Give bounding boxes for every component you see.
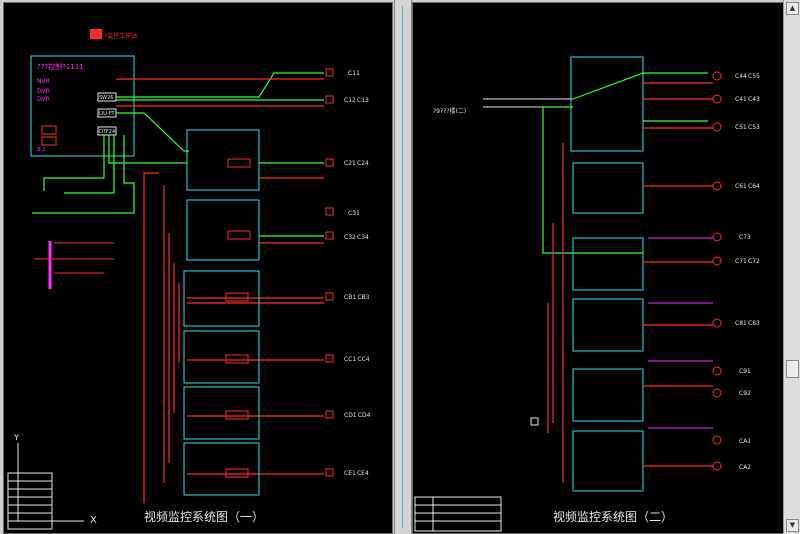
right-cabinets (570, 56, 644, 492)
svg-text:CE1 CE4: CE1 CE4 (344, 470, 369, 477)
scroll-down-icon[interactable]: ▼ (786, 519, 799, 532)
workstation-label: ?监控工作站 (104, 32, 137, 40)
device-nvr: NVR (37, 78, 50, 85)
left-sheet-title: 视频监控系统图（一） (144, 509, 264, 524)
workstation-icon (90, 29, 102, 39)
svg-text:C11: C11 (348, 70, 360, 77)
right-output-symbols (712, 71, 722, 471)
device-red-1 (41, 125, 57, 135)
device-dvr-1: DVR (37, 88, 50, 95)
right-output-labels: C44 C55 C41 C43 C51 C53 C61 C64 C73 C71 … (735, 73, 760, 471)
right-diagram-svg: ?9???楼(二) C44 C55 C41 C43 C51 C53 C61 C6… (414, 56, 760, 532)
small-marker (530, 417, 539, 426)
legend-table-right (414, 496, 502, 532)
svg-text:C51 C53: C51 C53 (735, 124, 760, 131)
svg-text:CC1 CC4: CC1 CC4 (344, 356, 370, 363)
device-dvr-2: DVR (37, 96, 50, 103)
svg-text:B-1: B-1 (37, 147, 45, 153)
ucs-axis (17, 443, 84, 522)
right-left-label: ?9???楼(二) (433, 107, 466, 115)
svg-text:C44 C55: C44 C55 (735, 73, 760, 80)
rack-feeds (34, 242, 114, 274)
axis-x-label: X (90, 515, 97, 526)
svg-text:C31: C31 (348, 210, 360, 217)
svg-text:CA2: CA2 (739, 464, 751, 471)
scroll-up-icon[interactable]: ▲ (786, 2, 799, 15)
right-drawing-viewport[interactable]: ?9???楼(二) C44 C55 C41 C43 C51 C53 C61 C6… (412, 2, 784, 534)
svg-text:C21 C24: C21 C24 (344, 160, 369, 167)
left-output-labels: C11 C12 C13 C21 C24 C31 C32 C34 CB1 CB3 … (344, 70, 371, 477)
control-room-label: ???控制?1111 (37, 62, 84, 71)
legend-table-left (7, 472, 53, 530)
left-cabinet-devices (225, 158, 251, 478)
device-labels: NVR DVR DVR (37, 78, 50, 103)
svg-text:CB1 CB3: CB1 CB3 (344, 294, 370, 301)
viewport-splitter[interactable] (394, 0, 412, 534)
right-sheet-title: 视频监控系统图（二） (553, 509, 673, 524)
svg-text:C92: C92 (739, 390, 751, 397)
svg-text:C41 C43: C41 C43 (735, 96, 760, 103)
svg-text:LIU-FT: LIU-FT (99, 111, 116, 117)
left-diagram-svg: ?监控工作站 ???控制?1111 NVR DVR DVR SW26 LIU-F… (7, 29, 371, 530)
left-cabinets (183, 129, 260, 496)
svg-text:SW26: SW26 (99, 95, 113, 101)
svg-text:C91: C91 (739, 368, 751, 375)
svg-text:CD1 CD4: CD1 CD4 (344, 412, 371, 419)
vertical-scrollbar[interactable]: ▲ ▼ (783, 0, 800, 534)
svg-text:DTF24: DTF24 (99, 129, 115, 135)
svg-text:C81 C83: C81 C83 (735, 320, 760, 327)
svg-text:CA1: CA1 (739, 438, 751, 445)
device-red-2 (41, 136, 57, 146)
axis-y-label: Y (13, 433, 19, 442)
svg-text:C71 C72: C71 C72 (735, 258, 760, 265)
scroll-thumb[interactable] (786, 360, 799, 378)
svg-text:C32 C34: C32 C34 (344, 234, 369, 241)
left-output-symbols (325, 68, 334, 477)
svg-text:C61 C64: C61 C64 (735, 183, 760, 190)
svg-text:C12 C13: C12 C13 (344, 97, 369, 104)
green-trunk-lines (32, 72, 324, 237)
right-magenta-lines (648, 237, 713, 429)
left-drawing-viewport[interactable]: ?监控工作站 ???控制?1111 NVR DVR DVR SW26 LIU-F… (3, 2, 393, 534)
right-entry-lines (483, 98, 573, 108)
svg-text:C73: C73 (739, 234, 751, 241)
